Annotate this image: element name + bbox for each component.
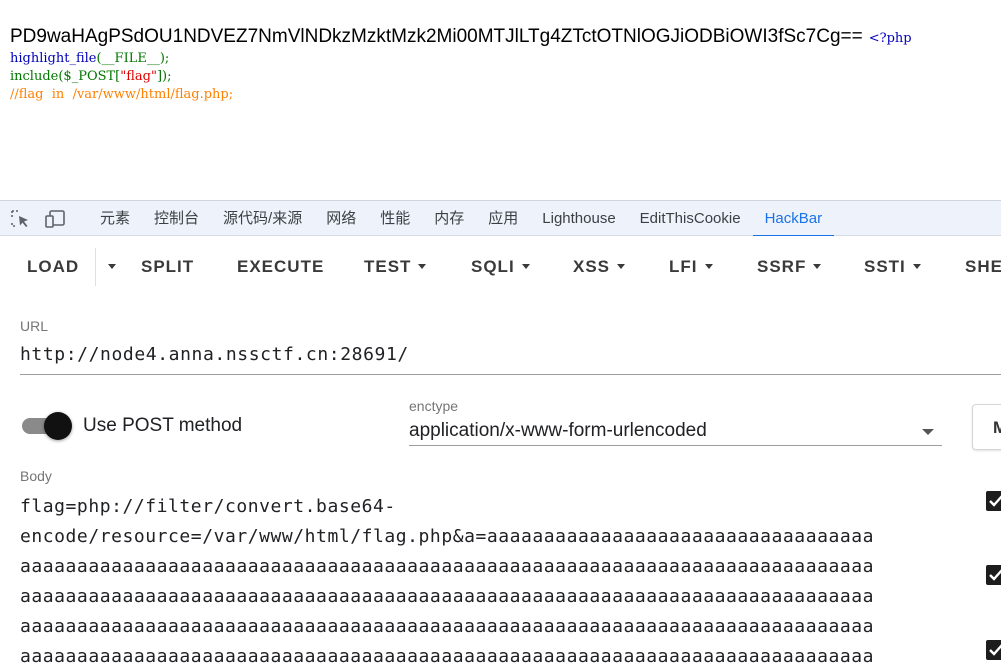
load-dropdown-button[interactable] bbox=[101, 256, 116, 278]
body-textarea[interactable]: flag=php://filter/convert.base64- encode… bbox=[20, 492, 940, 664]
use-post-toggle[interactable] bbox=[22, 412, 72, 440]
toggle-thumb bbox=[44, 412, 72, 440]
xss-menu-button[interactable]: XSS bbox=[573, 256, 626, 278]
source-line-highlight-file: highlight_file(__FILE__); bbox=[10, 50, 169, 68]
tab-network[interactable]: 网络 bbox=[314, 201, 368, 236]
base64-encoded-text: PD9waHAgPSdOU1NDVEZ7NmVlNDkzMzktMzk2Mi00… bbox=[10, 26, 863, 47]
sqli-menu-button[interactable]: SQLI bbox=[471, 256, 530, 278]
chevron-down-icon bbox=[922, 429, 934, 435]
chevron-down-icon bbox=[912, 264, 921, 269]
code-string: "flag" bbox=[120, 69, 157, 84]
enctype-label: enctype bbox=[409, 398, 459, 414]
url-input-underline bbox=[20, 374, 1001, 375]
use-post-label: Use POST method bbox=[83, 415, 243, 436]
tab-performance[interactable]: 性能 bbox=[368, 201, 422, 236]
tab-application[interactable]: 应用 bbox=[476, 201, 530, 236]
source-line-include: include($_POST["flag"]); bbox=[10, 68, 172, 86]
split-button[interactable]: SPLIT bbox=[141, 256, 194, 278]
lfi-label: LFI bbox=[669, 257, 698, 276]
body-text-line: encode/resource=/var/www/html/flag.php&a… bbox=[20, 526, 875, 547]
modify-header-button[interactable]: M bbox=[972, 404, 1001, 450]
tab-editthiscookie[interactable]: EditThisCookie bbox=[628, 201, 753, 236]
test-label: TEST bbox=[364, 257, 412, 276]
devtools-tabs: 元素 控制台 源代码/来源 网络 性能 内存 应用 Lighthouse Edi… bbox=[88, 201, 835, 237]
toolbar-divider bbox=[95, 248, 96, 286]
chevron-down-icon bbox=[521, 264, 530, 269]
body-text-line: aaaaaaaaaaaaaaaaaaaaaaaaaaaaaaaaaaaaaaaa… bbox=[20, 586, 875, 607]
sqli-label: SQLI bbox=[471, 257, 515, 276]
execute-button[interactable]: EXECUTE bbox=[237, 256, 324, 278]
tab-console[interactable]: 控制台 bbox=[142, 201, 211, 236]
checkmark-icon bbox=[989, 644, 1001, 656]
checkbox-checked[interactable] bbox=[986, 565, 1001, 585]
chevron-down-icon bbox=[704, 264, 713, 269]
url-input[interactable]: http://node4.anna.nssctf.cn:28691/ bbox=[20, 344, 409, 365]
tab-sources[interactable]: 源代码/来源 bbox=[211, 201, 314, 236]
url-label: URL bbox=[20, 318, 49, 334]
shell-label: SHE bbox=[965, 257, 1001, 276]
code-args-open: ($_POST[ bbox=[58, 69, 121, 84]
code-function-name: highlight_file bbox=[10, 51, 97, 66]
devtools-tab-bar: 元素 控制台 源代码/来源 网络 性能 内存 应用 Lighthouse Edi… bbox=[0, 200, 1001, 237]
code-function-name: include bbox=[10, 69, 59, 84]
test-menu-button[interactable]: TEST bbox=[364, 256, 427, 278]
chevron-down-icon bbox=[813, 264, 822, 269]
ssti-label: SSTI bbox=[864, 257, 906, 276]
tab-memory[interactable]: 内存 bbox=[422, 201, 476, 236]
split-label: SPLIT bbox=[141, 257, 195, 276]
checkbox-checked[interactable] bbox=[986, 640, 1001, 660]
ssrf-label: SSRF bbox=[757, 257, 807, 276]
lfi-menu-button[interactable]: LFI bbox=[669, 256, 713, 278]
chevron-down-icon bbox=[617, 264, 626, 269]
load-button[interactable]: LOAD bbox=[27, 256, 79, 278]
tab-elements[interactable]: 元素 bbox=[88, 201, 142, 236]
body-text-line: aaaaaaaaaaaaaaaaaaaaaaaaaaaaaaaaaaaaaaaa… bbox=[20, 616, 875, 637]
tab-lighthouse[interactable]: Lighthouse bbox=[530, 201, 627, 236]
execute-label: EXECUTE bbox=[237, 257, 325, 276]
tab-hackbar[interactable]: HackBar bbox=[752, 201, 835, 237]
php-open-tag: <?php bbox=[868, 31, 912, 46]
body-text-line: flag=php://filter/convert.base64- bbox=[20, 496, 396, 517]
enctype-select[interactable]: application/x-www-form-urlencoded bbox=[409, 418, 942, 446]
checkbox-checked[interactable] bbox=[986, 491, 1001, 511]
chevron-down-icon bbox=[108, 264, 116, 269]
checkmark-icon bbox=[989, 495, 1001, 507]
code-args: (__FILE__); bbox=[96, 51, 170, 66]
xss-label: XSS bbox=[573, 257, 611, 276]
base64-output-line: PD9waHAgPSdOU1NDVEZ7NmVlNDkzMzktMzk2Mi00… bbox=[10, 26, 912, 48]
ssti-menu-button[interactable]: SSTI bbox=[864, 256, 921, 278]
ssrf-menu-button[interactable]: SSRF bbox=[757, 256, 822, 278]
device-toolbar-icon[interactable] bbox=[44, 209, 66, 229]
side-button-label: M bbox=[993, 418, 1001, 437]
body-text-line: aaaaaaaaaaaaaaaaaaaaaaaaaaaaaaaaaaaaaaaa… bbox=[20, 556, 875, 577]
hackbar-toolbar: LOAD SPLIT EXECUTE TEST SQLI XSS LFI SSR… bbox=[0, 236, 1001, 298]
body-label: Body bbox=[20, 468, 52, 484]
source-line-comment: //flag in /var/www/html/flag.php; bbox=[10, 87, 234, 102]
checkmark-icon bbox=[989, 569, 1001, 581]
enctype-selected-value: application/x-www-form-urlencoded bbox=[409, 420, 707, 441]
code-args-close: ]); bbox=[156, 69, 172, 84]
page-output-area: PD9waHAgPSdOU1NDVEZ7NmVlNDkzMzktMzk2Mi00… bbox=[0, 0, 1001, 200]
body-text-line: aaaaaaaaaaaaaaaaaaaaaaaaaaaaaaaaaaaaaaaa… bbox=[20, 646, 875, 664]
inspect-element-icon[interactable] bbox=[10, 209, 32, 229]
chevron-down-icon bbox=[418, 264, 427, 269]
load-label: LOAD bbox=[27, 257, 80, 276]
shell-menu-button[interactable]: SHE bbox=[965, 256, 1001, 278]
